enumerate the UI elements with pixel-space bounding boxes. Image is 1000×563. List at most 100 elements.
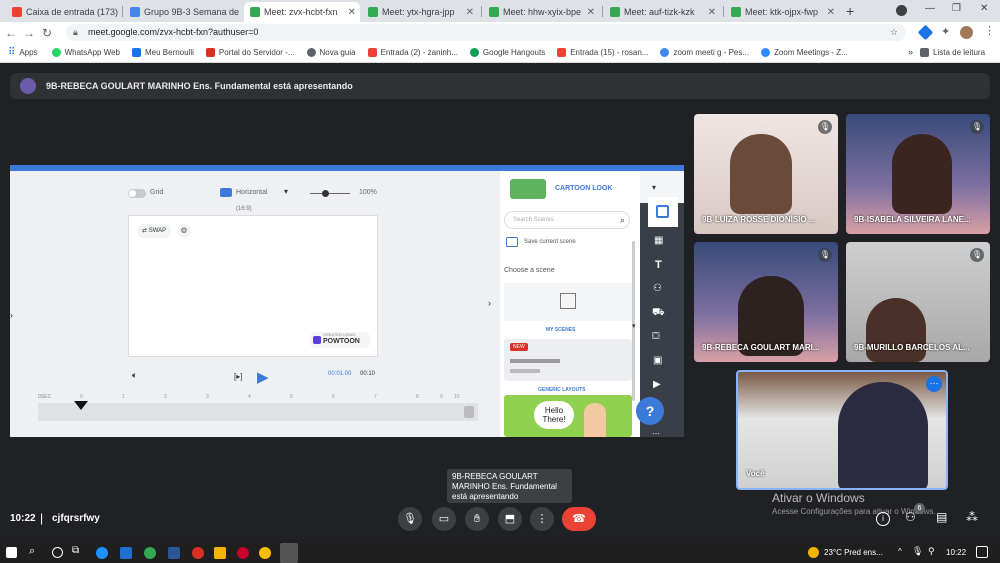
back-icon[interactable]: ← [2,26,20,40]
puzzle-icon[interactable]: ✦ [941,25,950,38]
reading-list[interactable]: Lista de leitura [920,48,985,57]
participant-tile[interactable]: 🎙︎ 9B-REBECA GOULART MARI... [694,242,838,362]
chrome-icon[interactable] [144,547,156,559]
info-icon[interactable]: i [876,512,890,526]
edge-icon[interactable] [96,547,108,559]
maximize-icon[interactable]: ❐ [952,3,961,14]
windows-start-icon[interactable] [6,547,17,558]
more-tools-icon[interactable]: ⋯ [652,429,660,437]
settings-gear-icon[interactable]: ⚙ [177,224,191,238]
opera-gx-icon[interactable] [237,547,249,559]
zoom-slider[interactable] [310,190,350,197]
grid-toggle[interactable] [128,189,146,198]
scenes-scrollbar[interactable] [632,241,635,401]
menu-icon[interactable]: ⋮ [984,24,995,37]
window-close-icon[interactable]: ✕ [980,3,988,14]
close-icon[interactable]: ✕ [239,7,242,18]
right-arrow-icon[interactable]: › [488,298,491,308]
style-dropdown-icon[interactable]: ▾ [652,183,656,192]
close-icon[interactable]: ✕ [583,7,595,18]
scenes-tool-active[interactable] [648,197,678,227]
taskbar-clock[interactable]: 10:22 [946,548,966,557]
media-tool-icon[interactable]: ▣ [653,355,662,366]
cortana-icon[interactable] [52,547,63,558]
orientation-dropdown-icon[interactable]: ▾ [284,187,288,196]
more-options-button[interactable]: ⋮ [530,507,554,531]
chevron-up-icon[interactable]: ^ [898,547,902,556]
close-icon[interactable]: ✕ [344,7,356,18]
bookmark-entrada-2[interactable]: Entrada (2) - zaninh... [367,48,458,57]
save-scene-button[interactable]: Save current scene [524,239,576,245]
left-arrow-icon[interactable]: › [10,310,13,320]
frame-step-icon[interactable]: [▸] [234,372,242,381]
task-view-icon[interactable]: ⧉ [72,545,79,556]
bookmark-zoom-search[interactable]: zoom meeti g - Pes... [660,48,749,57]
tab-meet-active[interactable]: Meet: zvx-hcbt-fxn ✕ [244,2,360,22]
chrome-canary-icon[interactable] [259,547,271,559]
tab-meet-5[interactable]: Meet: ktk-ojpx-fwp ✕ [725,2,841,22]
close-icon[interactable]: ✕ [704,7,716,18]
playhead-marker[interactable] [74,401,88,410]
participant-tile[interactable]: 🎙︎ 9B-MURILLO BARCELOS AL... [846,242,990,362]
props-tool-icon[interactable]: ⛟ [652,307,665,320]
weather-text[interactable]: 23°C Pred ens... [824,548,883,557]
leave-call-button[interactable]: ☎ [562,507,596,531]
word-icon[interactable] [168,547,180,559]
more-options-icon[interactable]: ⋯ [926,376,942,392]
bookmark-entrada-15[interactable]: Entrada (15) - rosan... [557,48,648,57]
camera-button[interactable]: ▭ [432,507,456,531]
bookmark-zoom[interactable]: Zoom Meetings - Z... [761,48,848,57]
self-view-tile[interactable]: ⋯ Você [736,370,948,490]
reload-icon[interactable]: ↻ [38,26,56,40]
my-scenes-card[interactable] [504,283,632,321]
more-bookmarks-icon[interactable]: » [908,47,913,57]
minimize-icon[interactable]: — [925,3,935,14]
forward-icon[interactable]: → [20,26,38,40]
timeline-track[interactable] [38,403,478,421]
present-button[interactable]: ⬒ [498,507,522,531]
star-icon[interactable]: ☆ [890,24,898,41]
close-icon[interactable]: ✕ [823,7,835,18]
bookmark-nova-guia[interactable]: Nova guia [306,48,356,57]
notifications-icon[interactable] [976,546,988,558]
chrome-active-icon[interactable] [280,543,298,563]
hello-scene-card[interactable]: Hello There! [504,395,632,437]
extension-icon[interactable] [917,24,934,41]
tab-search-icon[interactable] [896,5,907,16]
chat-icon[interactable]: ▤ [936,510,947,524]
bookmark-hangouts[interactable]: Google Hangouts [469,48,545,57]
explorer-icon[interactable] [214,547,226,559]
bookmark-whatsapp[interactable]: WhatsApp Web [51,48,120,57]
tab-meet-3[interactable]: Meet: hhw-xyix-bpe ✕ [483,2,601,22]
tab-grupo[interactable]: Grupo 9B-3 Semana de✕ [124,2,242,22]
tab-meet-4[interactable]: Meet: auf-tizk-kzk ✕ [604,2,722,22]
mic-button[interactable]: 🎙︎ [398,507,422,531]
address-bar[interactable]: 🔒︎ meet.google.com/zvx-hcbt-fxn?authuser… [66,24,906,41]
timeline-zoom-control[interactable] [464,406,474,418]
search-icon[interactable]: ⌕ [620,212,625,228]
tab-gmail[interactable]: Caixa de entrada (173) -✕ [6,2,120,22]
text-tool-icon[interactable]: T [655,259,662,271]
profile-avatar[interactable] [960,26,973,39]
close-icon[interactable]: ✕ [462,7,474,18]
cartoon-look-thumbnail[interactable] [510,179,546,199]
people-icon[interactable]: ⚇ [905,510,916,524]
bookmark-portal[interactable]: Portal do Servidor -... [205,48,295,57]
volume-icon[interactable]: 🔈︎ [132,370,137,381]
play-button[interactable]: ▶ [257,368,269,386]
video-tool-icon[interactable]: ▶ [653,379,661,390]
shapes-tool-icon[interactable]: ⛋ [652,331,660,342]
scene-stage[interactable]: ⇄ SWAP ⚙ CREATED USING POWTOON [128,215,378,357]
help-button[interactable]: ? [636,397,664,425]
characters-tool-icon[interactable]: ⚇ [653,283,662,294]
bookmark-bernoulli[interactable]: Meu Bernoulli [132,48,194,57]
store-icon[interactable] [120,547,132,559]
activities-icon[interactable]: ⁂ [966,510,978,524]
microphone-tray-icon[interactable]: 🎙︎ [912,546,923,557]
participant-tile[interactable]: 🎙︎ 9B-LUIZA ROSSE DIONÍSIO ... [694,114,838,234]
tab-meet-2[interactable]: Meet: ytx-hgra-jpp ✕ [362,2,480,22]
opera-icon[interactable] [192,547,204,559]
card-dropdown-icon[interactable]: ▾ [632,322,636,330]
search-scenes-input[interactable]: Search Scenes ⌕ [504,211,630,229]
search-icon[interactable]: ⌕ [29,545,35,558]
